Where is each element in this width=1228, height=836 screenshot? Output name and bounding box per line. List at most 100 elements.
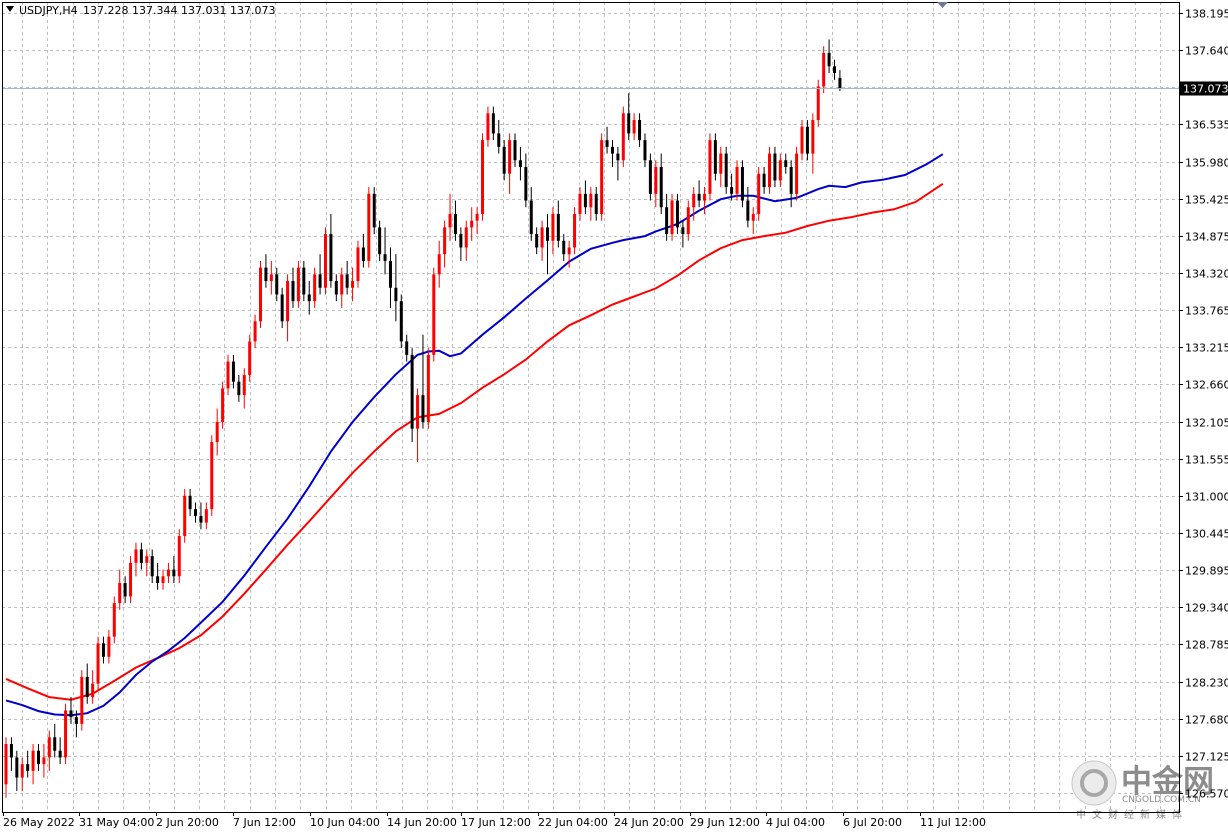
candle-body <box>118 582 122 604</box>
candle-body <box>172 569 176 577</box>
candle-body <box>123 582 127 597</box>
candle-body <box>816 86 820 121</box>
candle-body <box>42 757 46 765</box>
candle-body <box>719 153 723 174</box>
candle-bull <box>296 260 300 308</box>
candle-body <box>269 274 273 282</box>
y-tick-label: 127.680 <box>1185 714 1228 727</box>
y-tick-label: 128.785 <box>1185 639 1228 652</box>
candle-body <box>318 274 322 288</box>
x-tick-label: 14 Jun 20:00 <box>387 816 457 829</box>
candle-body <box>805 126 809 154</box>
candle-bear <box>724 146 728 194</box>
candle-body <box>551 213 555 241</box>
candle-body <box>26 764 30 771</box>
candle-body <box>778 160 782 181</box>
candle-body <box>789 166 793 194</box>
candle-bull <box>367 187 371 268</box>
candle-body <box>107 636 111 657</box>
candle-bull <box>621 106 625 167</box>
candle-body <box>85 676 89 698</box>
candle-body <box>345 274 349 288</box>
candle-body <box>388 260 392 288</box>
candle-bull <box>670 193 674 241</box>
candle-body <box>69 710 73 718</box>
candle-body <box>275 274 279 295</box>
candle-body <box>161 576 165 583</box>
candle-body <box>583 193 587 208</box>
candle-body <box>416 395 420 429</box>
candle-body <box>150 556 154 577</box>
candle-body <box>372 193 376 228</box>
candle-body <box>832 66 836 74</box>
candle-body <box>502 146 506 174</box>
candle-body <box>773 153 777 181</box>
candle-body <box>259 267 263 322</box>
candle-body <box>139 549 143 563</box>
candle-bull <box>795 146 799 201</box>
candle-bull <box>573 207 577 255</box>
y-tick-label: 138.195 <box>1185 8 1228 21</box>
candle-body <box>735 166 739 194</box>
candle-bull <box>757 166 761 221</box>
x-tick-label: 6 Jul 20:00 <box>843 816 902 829</box>
candle-bear <box>713 133 717 181</box>
candle-body <box>470 220 474 228</box>
candle-body <box>91 683 95 698</box>
chart-canvas[interactable]: 中金网 CNGOLD.COM.CN 中文财经新媒体 138.195137.640… <box>0 0 1228 832</box>
candle-body <box>194 509 198 516</box>
candle-body <box>648 160 652 194</box>
candle-body <box>746 200 750 221</box>
candle-bear <box>740 160 744 208</box>
x-tick-label: 7 Jun 12:00 <box>233 816 296 829</box>
candle-body <box>58 750 62 758</box>
candle-body <box>210 442 214 510</box>
candle-body <box>632 120 636 134</box>
x-tick-label: 11 Jul 12:00 <box>920 816 986 829</box>
candle-body <box>475 213 479 221</box>
candle-body <box>811 120 815 154</box>
candle-body <box>464 227 468 248</box>
candle-body <box>713 140 717 174</box>
x-tick-label: 10 Jun 04:00 <box>310 816 380 829</box>
x-tick-label: 2 Jun 20:00 <box>156 816 219 829</box>
candle-body <box>724 153 728 188</box>
candle-body <box>800 126 804 154</box>
candle-body <box>221 388 225 422</box>
candle-body <box>80 676 84 724</box>
candle-bull <box>426 348 430 429</box>
candle-body <box>36 750 40 765</box>
candle-body <box>329 234 333 282</box>
candle-body <box>513 140 517 161</box>
candle-body <box>795 153 799 194</box>
candle-body <box>351 281 355 288</box>
candle-body <box>334 281 338 295</box>
candle-body <box>280 294 284 322</box>
price-chart[interactable]: 中金网 CNGOLD.COM.CN 中文财经新媒体 138.195 137.640… <box>0 0 1228 832</box>
y-tick-label: 136.535 <box>1185 119 1228 132</box>
candle-body <box>64 710 68 758</box>
candle-body <box>383 254 387 261</box>
candle-body <box>459 234 463 248</box>
candle-body <box>540 227 544 248</box>
candle-bear <box>648 153 652 201</box>
candle-body <box>686 207 690 235</box>
candle-body <box>302 267 306 295</box>
candle-body <box>47 737 51 758</box>
candle-body <box>286 281 290 322</box>
candle-body <box>248 341 252 375</box>
candle-body <box>443 227 447 255</box>
candle-body <box>578 193 582 214</box>
candle-body <box>323 234 327 288</box>
candle-body <box>740 166 744 201</box>
candle-body <box>692 193 696 208</box>
y-tick-label: 135.980 <box>1185 157 1228 170</box>
candle-body <box>822 52 826 87</box>
x-tick-label: 26 May 2022 <box>3 816 75 829</box>
y-tick-label: 132.105 <box>1185 417 1228 430</box>
x-tick-label: 29 Jun 12:00 <box>690 816 760 829</box>
y-tick-label: 133.215 <box>1185 342 1228 355</box>
candle-body <box>177 536 181 577</box>
candle-body <box>508 140 512 174</box>
candle-body <box>827 52 831 67</box>
